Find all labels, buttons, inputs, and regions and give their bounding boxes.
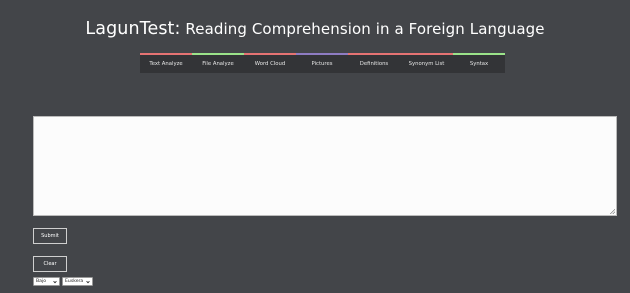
submit-label: Submit: [41, 233, 59, 239]
level-select-value: Bajo: [36, 279, 47, 284]
nav-item-label: Pictures: [311, 61, 333, 67]
nav-item-definitions[interactable]: Definitions: [348, 53, 400, 73]
nav-item-label: Word Cloud: [254, 61, 286, 67]
nav-item-word-cloud[interactable]: Word Cloud: [244, 53, 296, 73]
submit-button[interactable]: Submit: [33, 228, 67, 244]
nav-item-file-analyze[interactable]: File Analyze: [192, 53, 244, 73]
top-nav: Text Analyze File Analyze Word Cloud Pic…: [140, 53, 505, 73]
clear-label: Clear: [43, 261, 57, 267]
nav-item-pictures[interactable]: Pictures: [296, 53, 348, 73]
subtitle: Reading Comprehension in a Foreign Langu…: [185, 20, 545, 38]
nav-item-label: Syntax: [469, 61, 489, 67]
language-select[interactable]: Euskera: [62, 277, 93, 286]
nav-item-label: Text Analyze: [149, 61, 183, 67]
nav-item-label: Synonym List: [408, 61, 445, 67]
nav-item-label: File Analyze: [202, 61, 234, 67]
text-input-area[interactable]: [33, 116, 617, 216]
nav-item-synonym-list[interactable]: Synonym List: [400, 53, 453, 73]
clear-button[interactable]: Clear: [33, 256, 67, 272]
language-select-value: Euskera: [65, 279, 84, 284]
chevron-down-icon: [53, 280, 57, 284]
nav-item-syntax[interactable]: Syntax: [453, 53, 505, 73]
nav-item-text-analyze[interactable]: Text Analyze: [140, 53, 192, 73]
level-select[interactable]: Bajo: [33, 277, 60, 286]
nav-item-label: Definitions: [359, 61, 389, 67]
chevron-down-icon: [86, 280, 90, 284]
resize-grip-icon[interactable]: [610, 209, 615, 214]
page-title: LagunTest: Reading Comprehension in a Fo…: [0, 19, 630, 39]
brand-title: LagunTest:: [85, 19, 181, 39]
